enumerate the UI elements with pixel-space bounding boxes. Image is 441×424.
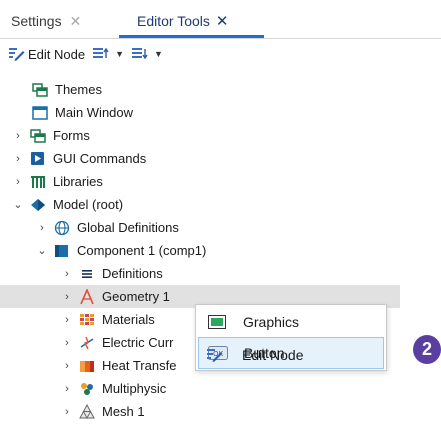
tree-item-label: Geometry 1	[102, 289, 170, 304]
tree-item-label: Mesh 1	[102, 404, 145, 419]
heat-transfer-icon	[78, 358, 96, 374]
tab-settings-close-icon[interactable]: ✕	[70, 13, 82, 30]
menu-item-edit-node[interactable]: Edit Node	[197, 340, 383, 370]
chevron-right-icon[interactable]: ›	[61, 337, 73, 349]
chevron-down-icon: ▼	[115, 49, 125, 59]
chevron-right-icon[interactable]: ›	[12, 130, 24, 142]
chevron-down-icon[interactable]: ⌄	[36, 244, 48, 257]
tree-item-label: Global Definitions	[77, 220, 179, 235]
tree-item-libraries[interactable]: › Libraries	[0, 170, 441, 193]
tree-item-gui-commands[interactable]: › GUI Commands	[0, 147, 441, 170]
graphics-icon	[205, 315, 229, 329]
model-icon	[29, 197, 47, 213]
chevron-right-icon[interactable]: ›	[61, 383, 73, 395]
tab-settings[interactable]: Settings ✕	[11, 10, 81, 32]
chevron-right-icon[interactable]: ›	[61, 314, 73, 326]
chevron-down-icon: ▼	[154, 49, 163, 59]
tree-item-label: Electric Curr	[102, 335, 174, 350]
menu-item-label: Edit Node	[242, 347, 304, 363]
globe-icon	[53, 220, 71, 236]
tree-item-label: Multiphysic	[102, 381, 167, 396]
themes-icon	[31, 82, 49, 98]
tree-item-label: Libraries	[53, 174, 103, 189]
chevron-right-icon[interactable]: ›	[61, 406, 73, 418]
libraries-icon	[29, 174, 47, 190]
tree-item-label: Themes	[55, 82, 102, 97]
chevron-right-icon[interactable]: ›	[61, 268, 73, 280]
tab-editor-tools-close-icon[interactable]: ✕	[216, 12, 229, 30]
tree-item-label: Forms	[53, 128, 90, 143]
mesh-icon	[78, 403, 96, 420]
menu-item-label: Graphics	[243, 314, 300, 330]
tree-item-global-definitions[interactable]: › Global Definitions	[0, 216, 441, 239]
chevron-right-icon[interactable]: ›	[61, 291, 73, 303]
tree-item-label: Definitions	[102, 266, 163, 281]
tree-item-themes[interactable]: Themes	[0, 78, 441, 101]
tree-item-component1[interactable]: ⌄ Component 1 (comp1)	[0, 239, 441, 262]
command-icon	[29, 151, 47, 167]
materials-icon	[78, 312, 96, 328]
tab-editor-tools-label: Editor Tools	[137, 13, 210, 29]
edit-node-icon	[204, 348, 228, 362]
edit-node-icon	[9, 48, 25, 61]
chevron-right-icon[interactable]: ›	[36, 222, 48, 234]
tab-bar: Settings ✕ Editor Tools ✕	[0, 0, 441, 38]
multiphysics-icon	[78, 381, 96, 397]
tree-item-label: Main Window	[55, 105, 134, 120]
chevron-right-icon[interactable]: ›	[61, 360, 73, 372]
edit-node-button[interactable]: Edit Node	[9, 47, 85, 62]
tree-item-mesh1[interactable]: › Mesh 1	[0, 400, 441, 423]
tree-item-model-root[interactable]: ⌄ Model (root)	[0, 193, 441, 216]
geometry-icon	[78, 288, 96, 305]
tree-item-forms[interactable]: › Forms	[0, 124, 441, 147]
edit-node-label: Edit Node	[28, 46, 86, 62]
definitions-icon	[78, 266, 96, 282]
component-icon	[53, 243, 71, 259]
chevron-right-icon[interactable]: ›	[12, 176, 24, 188]
electric-currents-icon	[78, 335, 96, 351]
toolbar: Edit Node ▼ ▼	[0, 39, 441, 69]
step-badge: 2	[413, 335, 441, 364]
tab-editor-tools[interactable]: Editor Tools ✕	[137, 10, 228, 32]
move-up-dropdown-button[interactable]: ▼	[93, 47, 124, 61]
tree-item-definitions[interactable]: › Definitions	[0, 262, 441, 285]
tree-item-label: Materials	[102, 312, 155, 327]
tree-item-label: Component 1 (comp1)	[77, 243, 207, 258]
forms-icon	[29, 128, 47, 144]
window-icon	[31, 105, 49, 121]
move-down-dropdown-button[interactable]: ▼	[132, 47, 163, 61]
tree-item-label: Model (root)	[53, 197, 124, 212]
tree-item-label: GUI Commands	[53, 151, 147, 166]
move-up-icon	[93, 47, 109, 58]
tree-item-label: Heat Transfe	[102, 358, 177, 373]
menu-item-graphics[interactable]: Graphics	[198, 307, 384, 337]
chevron-right-icon[interactable]: ›	[12, 153, 24, 165]
tab-settings-label: Settings	[11, 13, 62, 29]
tree-item-multiphysics[interactable]: › Multiphysic	[0, 377, 441, 400]
tree-item-main-window[interactable]: Main Window	[0, 101, 441, 124]
move-down-icon	[132, 48, 148, 60]
chevron-down-icon[interactable]: ⌄	[12, 198, 24, 211]
